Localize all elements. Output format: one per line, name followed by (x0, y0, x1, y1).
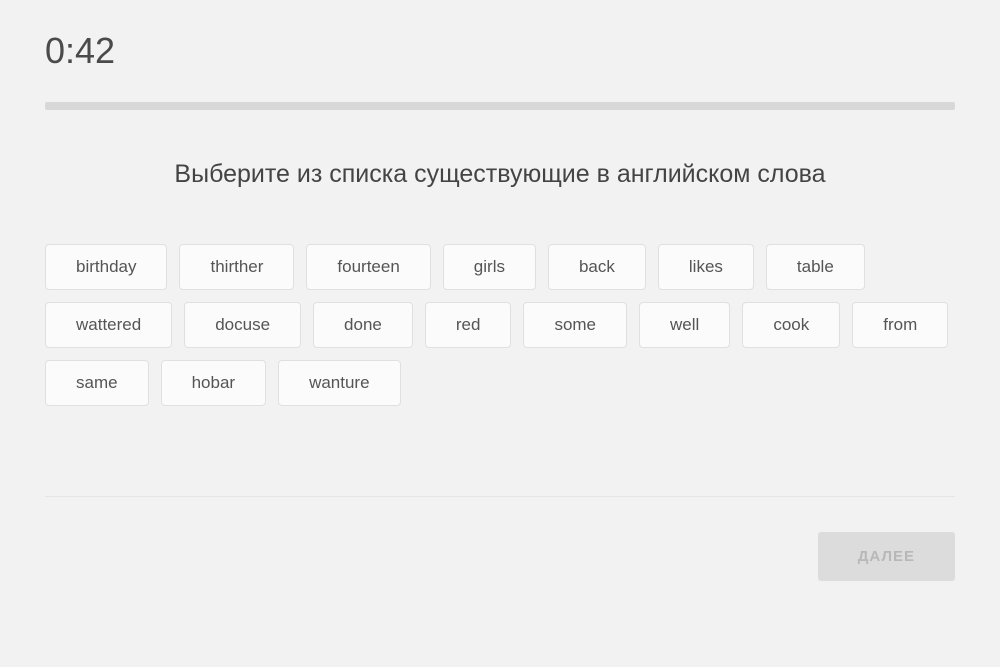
words-grid: birthday thirther fourteen girls back li… (45, 244, 955, 406)
next-button[interactable]: ДАЛЕЕ (818, 532, 955, 581)
progress-bar (45, 102, 955, 110)
divider (45, 496, 955, 497)
word-option[interactable]: girls (443, 244, 536, 290)
word-option[interactable]: same (45, 360, 149, 406)
word-option[interactable]: red (425, 302, 512, 348)
word-option[interactable]: wanture (278, 360, 400, 406)
word-option[interactable]: docuse (184, 302, 301, 348)
word-option[interactable]: from (852, 302, 948, 348)
word-option[interactable]: wattered (45, 302, 172, 348)
word-option[interactable]: back (548, 244, 646, 290)
timer: 0:42 (45, 30, 955, 72)
word-option[interactable]: fourteen (306, 244, 430, 290)
word-option[interactable]: thirther (179, 244, 294, 290)
word-option[interactable]: birthday (45, 244, 167, 290)
word-option[interactable]: likes (658, 244, 754, 290)
word-option[interactable]: table (766, 244, 865, 290)
question-text: Выберите из списка существующие в англий… (45, 160, 955, 189)
word-option[interactable]: well (639, 302, 730, 348)
word-option[interactable]: done (313, 302, 413, 348)
word-option[interactable]: hobar (161, 360, 266, 406)
word-option[interactable]: cook (742, 302, 840, 348)
footer: ДАЛЕЕ (45, 532, 955, 581)
word-option[interactable]: some (523, 302, 627, 348)
